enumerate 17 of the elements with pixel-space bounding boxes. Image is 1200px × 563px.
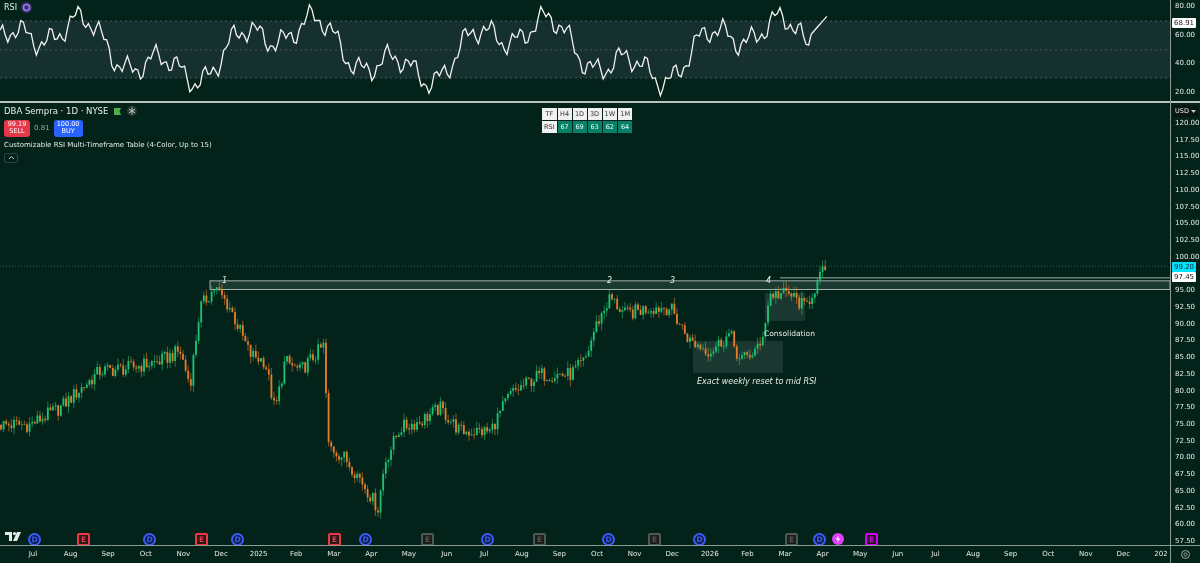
indicator-icon[interactable] bbox=[21, 2, 32, 13]
settings-icon[interactable] bbox=[1181, 550, 1190, 559]
flag-icon[interactable] bbox=[113, 106, 123, 116]
peak-label: 4 bbox=[766, 276, 772, 285]
pane-title: RSI bbox=[4, 3, 17, 12]
lightning-icon[interactable] bbox=[832, 533, 844, 545]
caret-icon bbox=[1190, 109, 1196, 113]
logo-icon[interactable] bbox=[5, 532, 22, 541]
peak-label: 1 bbox=[222, 276, 228, 285]
peak-label: 3 bbox=[670, 276, 676, 285]
collapse-button[interactable] bbox=[4, 152, 18, 163]
consolidation-zone bbox=[765, 292, 805, 321]
reset-note: Exact weekly reset to mid RSI bbox=[697, 377, 817, 387]
snowflake-icon[interactable] bbox=[127, 106, 138, 116]
chevron-icon bbox=[7, 155, 15, 161]
symbol-title: DBA Sempra · 1D · NYSE bbox=[4, 106, 109, 116]
peak-label: 2 bbox=[607, 276, 613, 285]
